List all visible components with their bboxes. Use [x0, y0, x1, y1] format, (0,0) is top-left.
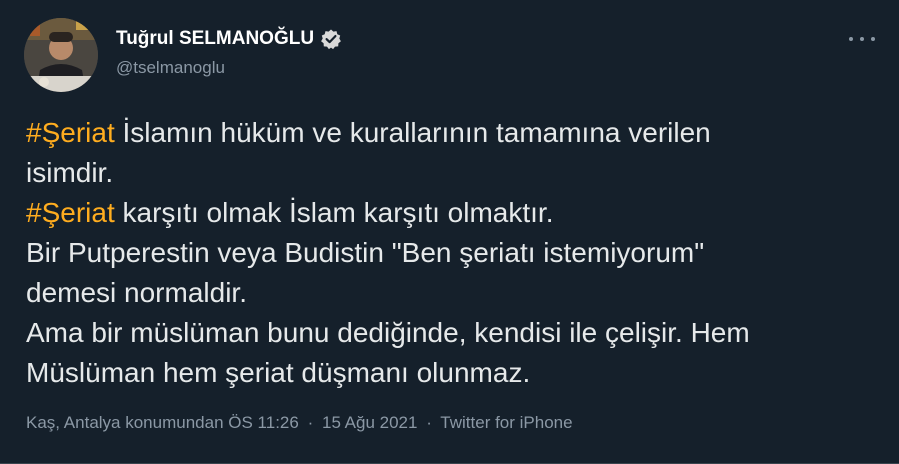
- tweet-card: Tuğrul SELMANOĞLU @tselmanoglu #Şeriat İ…: [0, 0, 899, 464]
- source-link[interactable]: Twitter for iPhone: [440, 413, 572, 432]
- tweet-line-text: demesi normaldir.: [26, 277, 247, 308]
- location-link[interactable]: Kaş, Antalya konumundan: [26, 413, 224, 432]
- tweet-line: Bir Putperestin veya Budistin "Ben şeria…: [26, 233, 886, 273]
- author-handle[interactable]: @tselmanoglu: [116, 58, 342, 78]
- avatar[interactable]: [24, 18, 98, 92]
- tweet-line: #Şeriat İslamın hüküm ve kurallarının ta…: [26, 113, 886, 153]
- date-text[interactable]: 15 Ağu 2021: [322, 413, 417, 432]
- tweet-line-text: Ama bir müslüman bunu dediğinde, kendisi…: [26, 317, 750, 348]
- author-info: Tuğrul SELMANOĞLU @tselmanoglu: [116, 28, 342, 78]
- time-text[interactable]: ÖS 11:26: [228, 413, 299, 432]
- more-options-icon[interactable]: [849, 32, 875, 46]
- verified-badge-icon: [320, 28, 342, 50]
- author-name[interactable]: Tuğrul SELMANOĞLU: [116, 28, 314, 50]
- more-dot: [849, 37, 853, 41]
- separator: ·: [307, 413, 314, 432]
- tweet-line-text: İslamın hüküm ve kurallarının tamamına v…: [114, 117, 711, 148]
- avatar-photo-icon: [24, 18, 98, 92]
- tweet-line: #Şeriat karşıtı olmak İslam karşıtı olma…: [26, 193, 886, 233]
- hashtag-link[interactable]: #Şeriat: [26, 197, 115, 228]
- tweet-line: Ama bir müslüman bunu dediğinde, kendisi…: [26, 313, 886, 353]
- hashtag-link[interactable]: #Şeriat: [26, 117, 115, 148]
- author-name-row: Tuğrul SELMANOĞLU: [116, 28, 342, 50]
- more-dot: [871, 37, 875, 41]
- tweet-line-text: isimdir.: [26, 157, 114, 188]
- tweet-line: isimdir.: [26, 153, 886, 193]
- tweet-line-text: Bir Putperestin veya Budistin "Ben şeria…: [26, 237, 705, 268]
- more-dot: [860, 37, 864, 41]
- tweet-text: #Şeriat İslamın hüküm ve kurallarının ta…: [26, 113, 886, 393]
- tweet-meta: Kaş, Antalya konumundan ÖS 11:26 · 15 Ağ…: [26, 413, 573, 433]
- tweet-line-text: karşıtı olmak İslam karşıtı olmaktır.: [114, 197, 554, 228]
- tweet-line: Müslüman hem şeriat düşmanı olunmaz.: [26, 353, 886, 393]
- tweet-line-text: Müslüman hem şeriat düşmanı olunmaz.: [26, 357, 531, 388]
- separator: ·: [426, 413, 432, 432]
- tweet-line: demesi normaldir.: [26, 273, 886, 313]
